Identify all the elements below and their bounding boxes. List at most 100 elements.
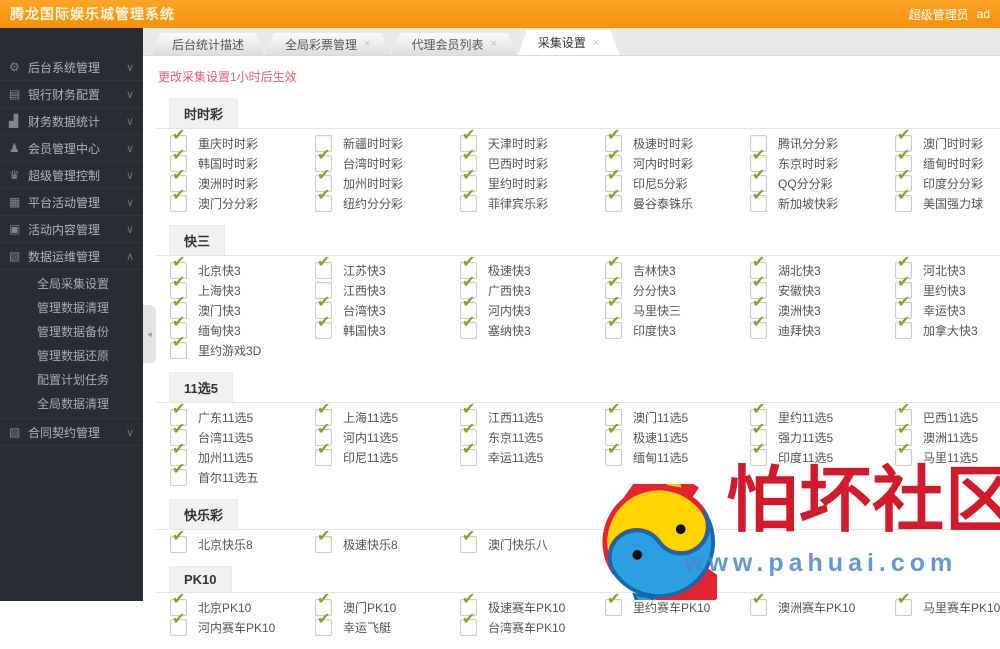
lottery-checkbox-item[interactable]: ✔ 幸运飞艇 [315,611,460,637]
sidebar-item[interactable]: ▦ 平台活动管理 ∨ [0,189,143,216]
lottery-checkbox-item[interactable]: ✔ 韩国时时彩 [170,147,315,173]
lottery-checkbox-item[interactable]: ✔ 台湾时时彩 [315,147,460,173]
lottery-checkbox-item[interactable]: ✔ 极速快3 [460,254,605,280]
sidebar-subitem[interactable]: 配置计划任务 [0,368,143,392]
lottery-checkbox-item[interactable]: ✔ 印度分分彩 [895,167,1000,193]
lottery-checkbox-item[interactable]: ✔ 马里快三 [605,294,750,320]
lottery-checkbox-item[interactable]: ✔ 里约11选5 [750,401,895,427]
lottery-checkbox-item[interactable]: ✔ 塞纳快3 [460,314,605,340]
lottery-checkbox-item[interactable]: ✔ 缅甸快3 [170,314,315,340]
tab-item[interactable]: 代理会员列表 × [391,33,516,55]
lottery-checkbox-item[interactable]: ✔ 台湾赛车PK10 [460,611,605,637]
checkbox[interactable]: ✔ [460,441,477,466]
lottery-checkbox-item[interactable]: ✔ 澳洲快3 [750,294,895,320]
sidebar-item[interactable]: ▨ 合同契约管理 ∨ [0,419,143,446]
lottery-checkbox-item[interactable]: ✔ 巴西时时彩 [460,147,605,173]
lottery-checkbox-item[interactable]: ✔ 澳门PK10 [315,591,460,617]
lottery-checkbox-item[interactable]: ✔ 缅甸时时彩 [895,147,1000,173]
lottery-checkbox-item[interactable]: ✔ 东京时时彩 [750,147,895,173]
user-area[interactable]: 超级管理员 ad [909,6,990,23]
lottery-checkbox-item[interactable]: ✔ 里约时时彩 [460,167,605,193]
checkbox[interactable]: ✔ [750,187,767,212]
checkbox[interactable]: ✔ [895,591,912,616]
checkbox[interactable]: ✔ [315,254,332,279]
lottery-checkbox-item[interactable]: ✔ 澳门快3 [170,294,315,320]
lottery-checkbox-item[interactable]: 江西快3 [315,280,460,300]
lottery-checkbox-item[interactable]: ✔ 江苏快3 [315,254,460,280]
close-icon[interactable]: × [490,38,496,50]
sidebar-subitem[interactable]: 全局采集设置 [0,272,143,296]
lottery-checkbox-item[interactable]: ✔ 巴西11选5 [895,401,1000,427]
checkbox[interactable]: ✔ [170,528,187,553]
tab-active[interactable]: 采集设置 × [518,30,619,55]
checkbox[interactable]: ✔ [170,611,187,636]
lottery-checkbox-item[interactable]: ✔ 河内11选5 [315,421,460,447]
lottery-checkbox-item[interactable]: ✔ 分分快3 [605,274,750,300]
lottery-checkbox-item[interactable]: ✔ 江西11选5 [460,401,605,427]
checkbox[interactable]: ✔ [750,314,767,339]
checkbox[interactable]: ✔ [170,334,187,359]
checkbox[interactable]: ✔ [460,611,477,636]
lottery-checkbox-item[interactable]: ✔ 幸运快3 [895,294,1000,320]
checkbox[interactable]: ✔ [605,187,622,212]
lottery-checkbox-item[interactable]: ✔ 台湾快3 [315,294,460,320]
lottery-checkbox-item[interactable]: ✔ 极速时时彩 [605,127,750,153]
lottery-checkbox-item[interactable]: ✔ 澳门11选5 [605,401,750,427]
lottery-checkbox-item[interactable]: ✔ 首尔11选五 [170,461,315,487]
lottery-checkbox-item[interactable]: ✔ 澳门时时彩 [895,127,1000,153]
sidebar-item[interactable]: ♛ 超级管理控制 ∨ [0,162,143,189]
sidebar-item[interactable]: ▣ 活动内容管理 ∨ [0,216,143,243]
lottery-checkbox-item[interactable]: ✔ 菲律宾乐彩 [460,187,605,213]
sidebar-subitem[interactable]: 管理数据清理 [0,296,143,320]
lottery-checkbox-item[interactable]: ✔ 强力11选5 [750,421,895,447]
checkbox[interactable]: ✔ [605,591,622,616]
checkbox[interactable]: ✔ [895,314,912,339]
lottery-checkbox-item[interactable]: ✔ 东京11选5 [460,421,605,447]
checkbox[interactable]: ✔ [895,187,912,212]
lottery-checkbox-item[interactable]: ✔ 安徽快3 [750,274,895,300]
checkbox[interactable]: ✔ [460,187,477,212]
lottery-checkbox-item[interactable]: ✔ 韩国快3 [315,314,460,340]
lottery-checkbox-item[interactable]: ✔ 印尼5分彩 [605,167,750,193]
lottery-checkbox-item[interactable]: ✔ 澳门分分彩 [170,187,315,213]
lottery-checkbox-item[interactable]: ✔ 迪拜快3 [750,314,895,340]
lottery-checkbox-item[interactable]: ✔ 曼谷泰铢乐 [605,187,750,213]
lottery-checkbox-item[interactable]: ✔ 里约游戏3D [170,334,315,360]
checkbox[interactable]: ✔ [750,591,767,616]
lottery-checkbox-item[interactable]: ✔ 极速赛车PK10 [460,591,605,617]
lottery-checkbox-item[interactable]: ✔ 上海11选5 [315,401,460,427]
lottery-checkbox-item[interactable]: ✔ 天津时时彩 [460,127,605,153]
lottery-checkbox-item[interactable]: ✔ 台湾11选5 [170,421,315,447]
checkbox[interactable]: ✔ [315,187,332,212]
checkbox[interactable]: ✔ [605,314,622,339]
lottery-checkbox-item[interactable]: ✔ 北京PK10 [170,591,315,617]
sidebar-subitem[interactable]: 全局数据清理 [0,392,143,416]
lottery-checkbox-item[interactable]: ✔ 广西快3 [460,274,605,300]
checkbox[interactable]: ✔ [315,611,332,636]
lottery-checkbox-item[interactable]: ✔ 澳洲时时彩 [170,167,315,193]
sidebar-collapse-handle[interactable]: ◂ [143,305,156,363]
checkbox[interactable]: ✔ [315,441,332,466]
lottery-checkbox-item[interactable]: ✔ 印度快3 [605,314,750,340]
close-icon[interactable]: × [364,38,370,50]
lottery-checkbox-item[interactable]: ✔ 极速快乐8 [315,528,460,554]
lottery-checkbox-item[interactable]: ✔ 里约快3 [895,274,1000,300]
lottery-checkbox-item[interactable]: ✔ 纽约分分彩 [315,187,460,213]
lottery-checkbox-item[interactable]: ✔ 北京快乐8 [170,528,315,554]
lottery-checkbox-item[interactable]: ✔ 新加坡快彩 [750,187,895,213]
checkbox[interactable]: ✔ [460,528,477,553]
lottery-checkbox-item[interactable]: ✔ 上海快3 [170,274,315,300]
lottery-checkbox-item[interactable]: 新疆时时彩 [315,133,460,153]
lottery-checkbox-item[interactable]: ✔ 河北快3 [895,254,1000,280]
lottery-checkbox-item[interactable]: ✔ 河内赛车PK10 [170,611,315,637]
lottery-checkbox-item[interactable]: ✔ 美国强力球 [895,187,1000,213]
lottery-checkbox-item[interactable]: ✔ 河内时时彩 [605,147,750,173]
checkbox[interactable]: ✔ [170,461,187,486]
tab-item[interactable]: 全局彩票管理 × [265,33,390,55]
lottery-checkbox-item[interactable]: ✔ 重庆时时彩 [170,127,315,153]
lottery-checkbox-item[interactable]: ✔ 加州11选5 [170,441,315,467]
tab-item[interactable]: 后台统计描述 [152,33,264,55]
lottery-checkbox-item[interactable]: ✔ 澳洲11选5 [895,421,1000,447]
lottery-checkbox-item[interactable]: ✔ 河内快3 [460,294,605,320]
checkbox[interactable]: ✔ [170,187,187,212]
